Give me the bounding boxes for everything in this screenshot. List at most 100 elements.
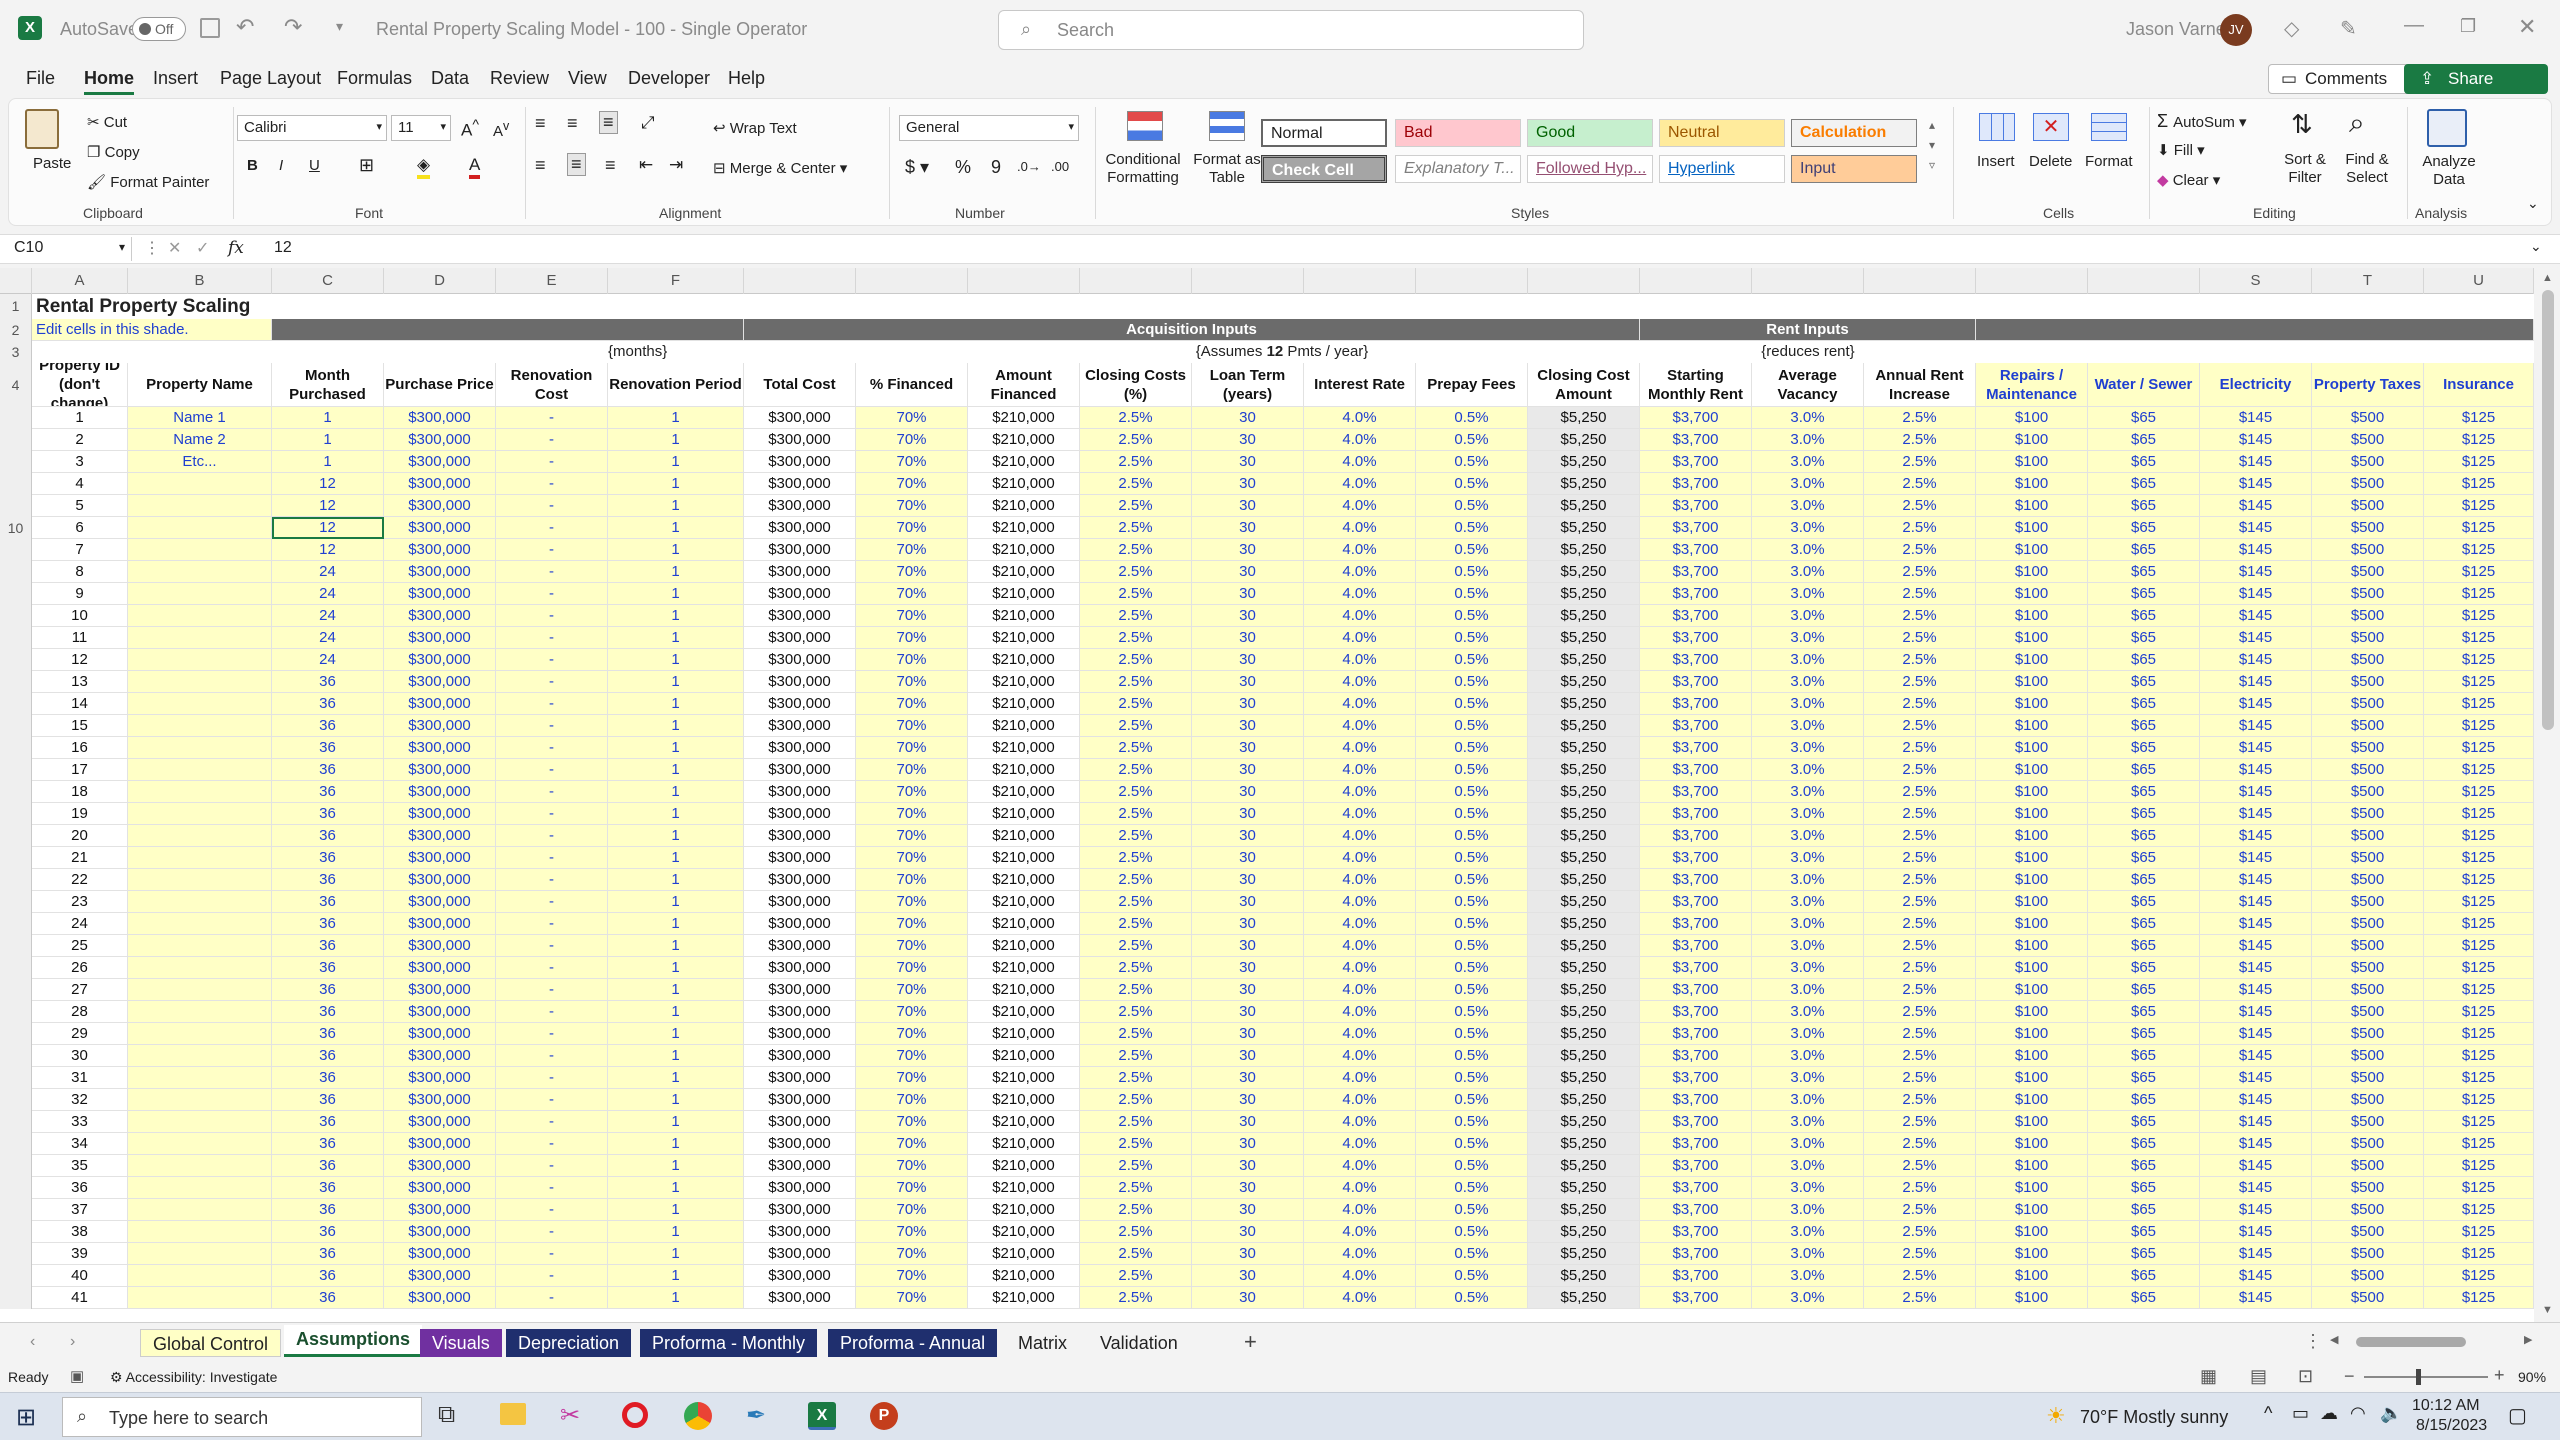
data-cell[interactable]: $65	[2088, 407, 2200, 429]
style-calculation[interactable]: Calculation	[1791, 119, 1917, 147]
data-cell[interactable]: $3,700	[1640, 605, 1752, 627]
data-cell[interactable]: $3,700	[1640, 847, 1752, 869]
data-cell[interactable]: $5,250	[1528, 737, 1640, 759]
share-button[interactable]: ⇪ Share	[2404, 64, 2548, 94]
data-cell[interactable]: $125	[2424, 759, 2534, 781]
data-cell[interactable]: $210,000	[968, 979, 1080, 1001]
data-cell[interactable]: $210,000	[968, 495, 1080, 517]
data-cell[interactable]: $300,000	[384, 935, 496, 957]
autosave-toggle[interactable]: Off	[132, 17, 186, 41]
data-cell[interactable]: $500	[2312, 1001, 2424, 1023]
data-cell[interactable]: -	[496, 803, 608, 825]
menu-review[interactable]: Review	[490, 68, 549, 89]
note-months[interactable]: {months}	[608, 341, 784, 363]
data-cell[interactable]: $300,000	[744, 957, 856, 979]
column-title[interactable]: Water / Sewer	[2088, 363, 2200, 407]
property-name-cell[interactable]	[128, 781, 272, 803]
data-cell[interactable]: 30	[1192, 1243, 1304, 1265]
row-header[interactable]	[0, 825, 32, 847]
data-cell[interactable]: $100	[1976, 605, 2088, 627]
data-cell[interactable]: -	[496, 1287, 608, 1309]
document-title[interactable]: Rental Property Scaling Model - 100 - Si…	[376, 19, 807, 40]
data-cell[interactable]: $145	[2200, 1221, 2312, 1243]
data-cell[interactable]: $3,700	[1640, 473, 1752, 495]
month-purchased-cell[interactable]: 12	[272, 473, 384, 495]
data-cell[interactable]: $300,000	[384, 1199, 496, 1221]
row-header[interactable]	[0, 649, 32, 671]
data-cell[interactable]: -	[496, 1111, 608, 1133]
data-cell[interactable]: 2.5%	[1864, 1265, 1976, 1287]
file-explorer-icon[interactable]	[500, 1403, 526, 1425]
property-name-cell[interactable]	[128, 957, 272, 979]
month-purchased-cell[interactable]: 24	[272, 605, 384, 627]
data-cell[interactable]: $125	[2424, 979, 2534, 1001]
data-cell[interactable]: $100	[1976, 1001, 2088, 1023]
row-header[interactable]: 4	[0, 363, 32, 407]
data-cell[interactable]: $145	[2200, 649, 2312, 671]
data-cell[interactable]: 4.0%	[1304, 935, 1416, 957]
data-cell[interactable]: 4.0%	[1304, 1067, 1416, 1089]
data-cell[interactable]: 3.0%	[1752, 759, 1864, 781]
data-cell[interactable]: $3,700	[1640, 1111, 1752, 1133]
data-cell[interactable]: 3.0%	[1752, 1287, 1864, 1309]
style-good[interactable]: Good	[1527, 119, 1653, 147]
data-cell[interactable]: 2.5%	[1080, 1265, 1192, 1287]
data-cell[interactable]: -	[496, 539, 608, 561]
data-cell[interactable]: $210,000	[968, 913, 1080, 935]
data-cell[interactable]: 3.0%	[1752, 539, 1864, 561]
property-id-cell[interactable]: 3	[32, 451, 128, 473]
font-size-select[interactable]: 11 ▾	[391, 115, 451, 141]
data-cell[interactable]: 2.5%	[1080, 517, 1192, 539]
data-cell[interactable]: $145	[2200, 561, 2312, 583]
data-cell[interactable]: $3,700	[1640, 627, 1752, 649]
style-input[interactable]: Input	[1791, 155, 1917, 183]
property-id-cell[interactable]: 26	[32, 957, 128, 979]
data-cell[interactable]: $3,700	[1640, 825, 1752, 847]
month-purchased-cell[interactable]: 36	[272, 1111, 384, 1133]
data-cell[interactable]: $300,000	[384, 891, 496, 913]
data-cell[interactable]: 0.5%	[1416, 869, 1528, 891]
data-cell[interactable]: 4.0%	[1304, 1155, 1416, 1177]
column-title[interactable]: Loan Term (years)	[1192, 363, 1304, 407]
data-cell[interactable]: $3,700	[1640, 1221, 1752, 1243]
data-cell[interactable]: 2.5%	[1080, 781, 1192, 803]
data-cell[interactable]: $65	[2088, 1243, 2200, 1265]
data-cell[interactable]: 1	[608, 1287, 744, 1309]
data-cell[interactable]: -	[496, 781, 608, 803]
data-cell[interactable]: $100	[1976, 539, 2088, 561]
data-cell[interactable]: 2.5%	[1864, 913, 1976, 935]
data-cell[interactable]: 2.5%	[1864, 737, 1976, 759]
data-cell[interactable]: 1	[608, 627, 744, 649]
data-cell[interactable]: $300,000	[384, 561, 496, 583]
data-cell[interactable]: $500	[2312, 1199, 2424, 1221]
conditional-formatting-icon[interactable]	[1127, 111, 1163, 141]
font-name-select[interactable]: Calibri ▾	[237, 115, 387, 141]
data-cell[interactable]: $100	[1976, 847, 2088, 869]
column-title[interactable]: Amount Financed	[968, 363, 1080, 407]
data-cell[interactable]: 30	[1192, 473, 1304, 495]
data-cell[interactable]: $500	[2312, 715, 2424, 737]
data-cell[interactable]: $145	[2200, 671, 2312, 693]
data-cell[interactable]: $100	[1976, 1155, 2088, 1177]
data-cell[interactable]: $500	[2312, 495, 2424, 517]
property-name-cell[interactable]	[128, 759, 272, 781]
month-purchased-cell[interactable]: 36	[272, 869, 384, 891]
data-cell[interactable]: 0.5%	[1416, 825, 1528, 847]
insert-function-icon[interactable]: fx	[228, 238, 244, 258]
data-cell[interactable]: $300,000	[384, 825, 496, 847]
row-header[interactable]	[0, 1287, 32, 1309]
data-cell[interactable]: 2.5%	[1080, 495, 1192, 517]
data-cell[interactable]: $210,000	[968, 429, 1080, 451]
data-cell[interactable]: 2.5%	[1080, 891, 1192, 913]
data-cell[interactable]: $65	[2088, 693, 2200, 715]
data-cell[interactable]: 70%	[856, 451, 968, 473]
fill-color-icon[interactable]: ◈	[417, 155, 431, 179]
data-cell[interactable]: 2.5%	[1864, 495, 1976, 517]
data-cell[interactable]: 0.5%	[1416, 1265, 1528, 1287]
data-cell[interactable]: 0.5%	[1416, 935, 1528, 957]
data-cell[interactable]: $300,000	[744, 803, 856, 825]
property-id-cell[interactable]: 11	[32, 627, 128, 649]
data-cell[interactable]: 70%	[856, 891, 968, 913]
data-cell[interactable]: $5,250	[1528, 825, 1640, 847]
data-cell[interactable]: 2.5%	[1864, 627, 1976, 649]
